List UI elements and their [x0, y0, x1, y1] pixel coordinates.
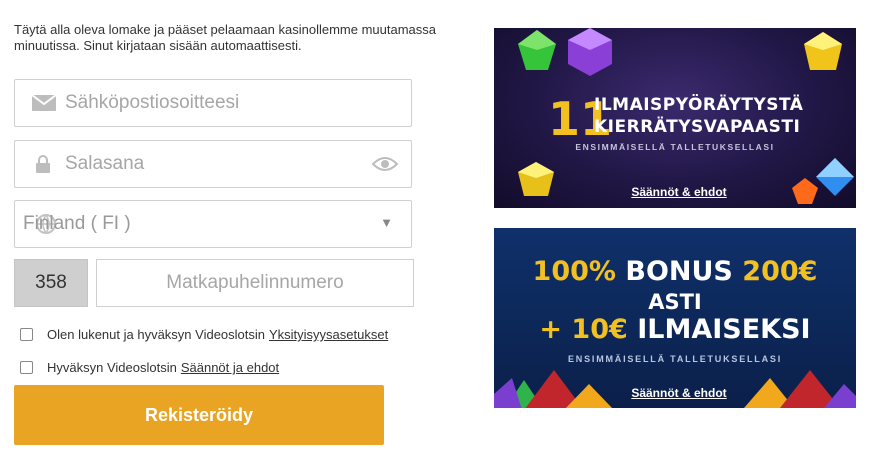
country-select[interactable]: Finland ( FI ) ▼	[14, 200, 412, 248]
privacy-link[interactable]: Yksityisyysasetukset	[269, 327, 388, 342]
terms-text: Hyväksyn Videoslotsin	[47, 360, 177, 375]
spins-title-line2: KIERRÄTYSVAPAASTI	[594, 117, 801, 137]
privacy-text: Olen lukenut ja hyväksyn Videoslotsin	[47, 327, 265, 342]
terms-check-row: Hyväksyn Videoslotsin Säännöt ja ehdot	[20, 360, 279, 375]
email-field[interactable]: Sähköpostiosoitteesi	[14, 79, 412, 127]
purple-gem-icon	[568, 28, 612, 76]
eye-icon[interactable]	[371, 154, 399, 179]
privacy-checkbox[interactable]	[20, 328, 33, 341]
spins-title-line1: ILMAISPYÖRÄYTYSTÄ	[594, 95, 804, 115]
password-placeholder: Salasana	[65, 153, 145, 174]
banner1-subtitle: ENSIMMÄISELLÄ TALLETUKSELLASI	[575, 142, 775, 152]
banner2-terms-link[interactable]: Säännöt & ehdot	[494, 386, 856, 400]
bonus-percent: 100%	[532, 256, 616, 287]
envelope-icon	[31, 93, 57, 118]
phone-prefix[interactable]: 358	[14, 259, 88, 307]
banner2-subtitle: ENSIMMÄISELLÄ TALLETUKSELLASI	[567, 354, 783, 364]
privacy-check-row: Olen lukenut ja hyväksyn Videoslotsin Yk…	[20, 327, 388, 342]
spins-title: ILMAISPYÖRÄYTYSTÄ KIERRÄTYSVAPAASTI	[594, 94, 803, 138]
banner1-terms-link[interactable]: Säännöt & ehdot	[494, 185, 856, 199]
lock-icon	[35, 154, 51, 179]
email-placeholder: Sähköpostiosoitteesi	[65, 92, 240, 113]
bonus-word: BONUS	[625, 256, 733, 287]
register-button[interactable]: Rekisteröidy	[14, 385, 384, 445]
phone-input[interactable]: Matkapuhelinnumero	[96, 259, 414, 307]
bonus-line1: 100% BONUS 200€	[494, 256, 856, 287]
bonus-asti: ASTI	[648, 290, 702, 314]
yellow-gem-icon	[804, 32, 842, 70]
chevron-down-icon: ▼	[380, 215, 393, 230]
bonus-plus: + 10€	[539, 314, 628, 345]
bonus-free: ILMAISEKSI	[637, 314, 811, 345]
terms-link[interactable]: Säännöt ja ehdot	[181, 360, 279, 375]
terms-checkbox[interactable]	[20, 361, 33, 374]
free-spins-banner[interactable]: 11 ILMAISPYÖRÄYTYSTÄ KIERRÄTYSVAPAASTI E…	[494, 28, 856, 208]
green-gem-icon	[518, 30, 556, 70]
country-value: Finland ( FI )	[23, 213, 131, 234]
bonus-banner[interactable]: 100% BONUS 200€ ASTI + 10€ ILMAISEKSI EN…	[494, 228, 856, 408]
intro-text: Täytä alla oleva lomake ja pääset pelaam…	[14, 22, 436, 53]
password-field[interactable]: Salasana	[14, 140, 412, 188]
bonus-line3: + 10€ ILMAISEKSI	[494, 314, 856, 345]
bonus-amount: 200€	[742, 256, 818, 287]
